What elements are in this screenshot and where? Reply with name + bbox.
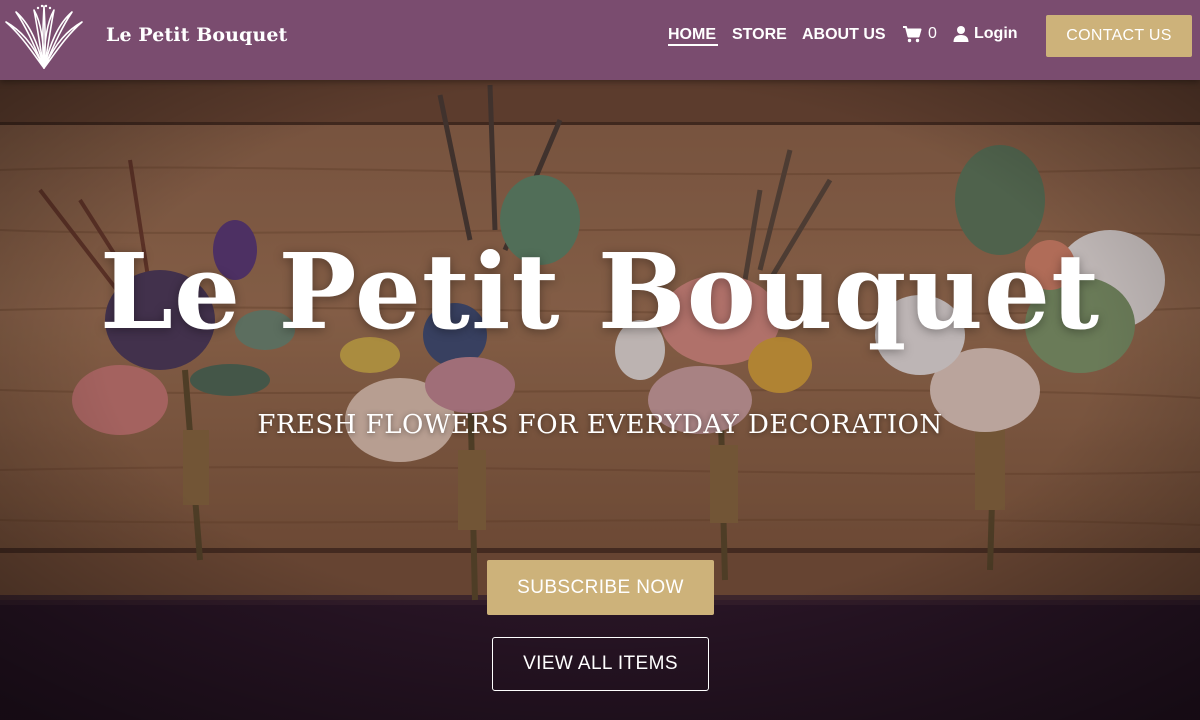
contact-us-button[interactable]: CONTACT US — [1046, 15, 1192, 57]
login-button[interactable]: Login — [952, 25, 1018, 43]
view-all-items-button[interactable]: VIEW ALL ITEMS — [492, 637, 709, 691]
cart-button[interactable]: 0 — [902, 25, 937, 43]
shopping-cart-icon — [903, 26, 922, 43]
nav-store-link[interactable]: STORE — [732, 26, 787, 44]
user-icon — [953, 26, 969, 42]
login-label: Login — [974, 25, 1018, 42]
site-header: Le Petit Bouquet HOME STORE ABOUT US 0 L… — [0, 0, 1200, 80]
cart-count: 0 — [928, 25, 937, 42]
nav-about-link[interactable]: ABOUT US — [802, 26, 886, 44]
hero-section: Le Petit Bouquet FRESH FLOWERS FOR EVERY… — [0, 80, 1200, 720]
subscribe-now-button[interactable]: SUBSCRIBE NOW — [487, 560, 714, 615]
main-nav: HOME STORE ABOUT US 0 Login CONTACT US — [0, 0, 1200, 80]
hero-background-image — [0, 80, 1200, 720]
active-nav-underline — [668, 44, 718, 46]
nav-home-link[interactable]: HOME — [668, 26, 716, 44]
hero-title: Le Petit Bouquet — [99, 230, 1101, 353]
hero-subtitle: FRESH FLOWERS FOR EVERYDAY DECORATION — [257, 410, 943, 440]
